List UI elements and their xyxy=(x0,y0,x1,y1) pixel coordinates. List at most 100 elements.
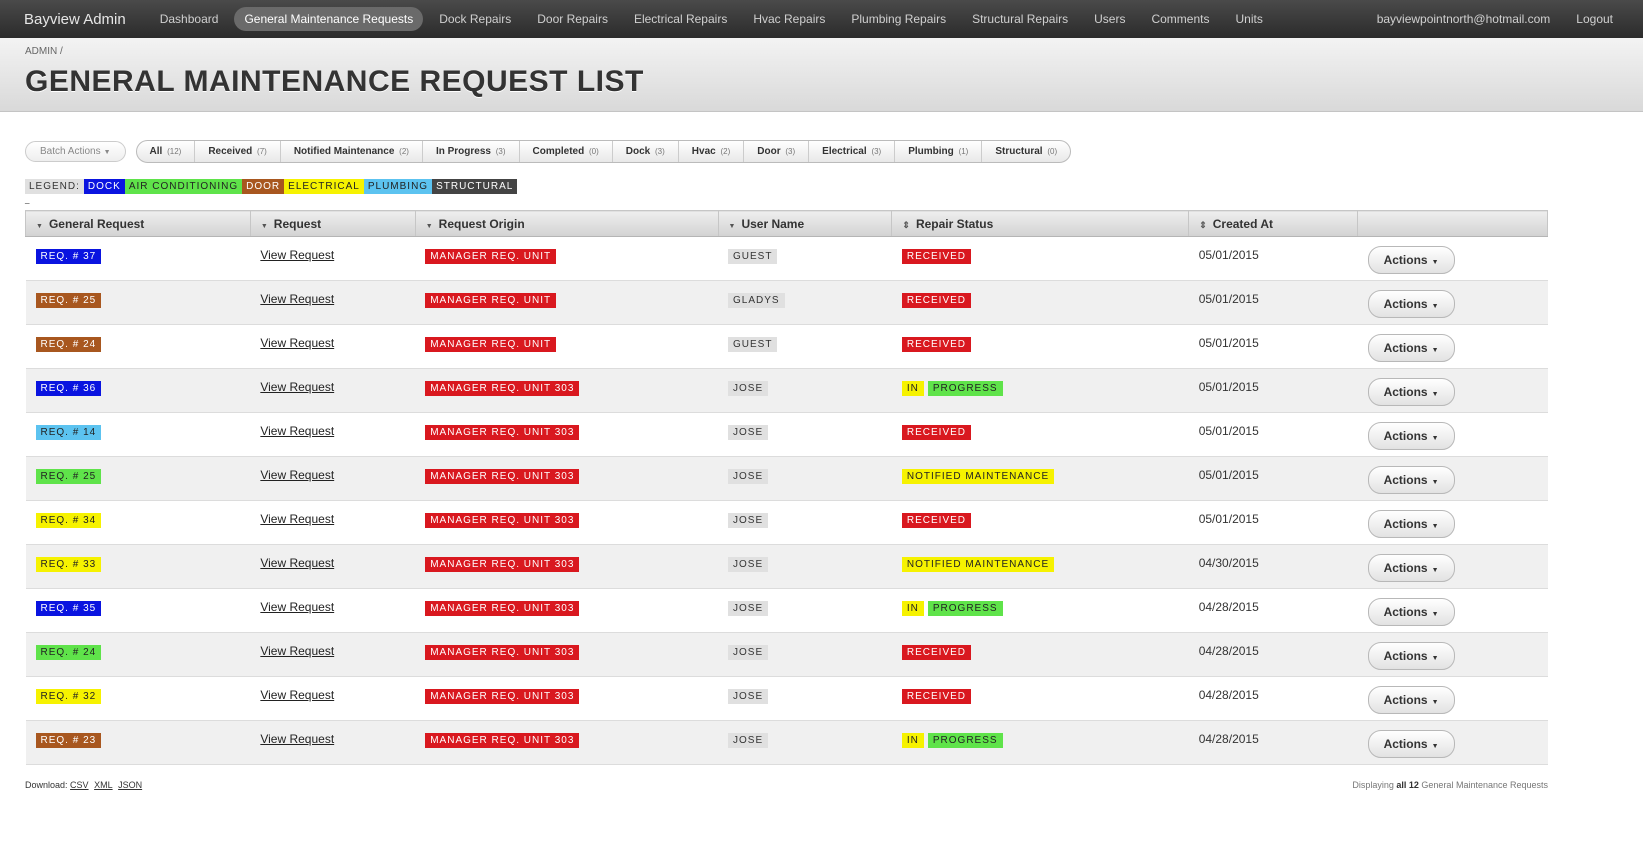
view-request-link[interactable]: View Request xyxy=(260,424,334,438)
actions-dropdown-button[interactable]: Actions ▼ xyxy=(1367,730,1455,758)
nav-general-maintenance-requests[interactable]: General Maintenance Requests xyxy=(234,7,424,31)
nav-dock-repairs[interactable]: Dock Repairs xyxy=(429,7,521,31)
repair-status-cell: NOTIFIED MAINTENANCE xyxy=(892,545,1189,589)
legend-door: DOOR xyxy=(242,179,285,194)
legend-plumbing: PLUMBING xyxy=(363,179,433,194)
actions-label: Actions xyxy=(1383,693,1428,707)
nav-dashboard[interactable]: Dashboard xyxy=(150,7,229,31)
actions-dropdown-button[interactable]: Actions ▼ xyxy=(1367,246,1455,274)
request-number-badge: REQ. # 23 xyxy=(35,733,102,748)
scope-hvac[interactable]: Hvac (2) xyxy=(679,141,745,162)
column-header-general-request[interactable]: ▼ General Request xyxy=(25,210,251,237)
status-badge: RECEIVED xyxy=(901,293,972,308)
column-header-created-at[interactable]: ⇕ Created At xyxy=(1188,210,1359,237)
breadcrumb-admin-link[interactable]: ADMIN xyxy=(25,46,57,57)
view-request-link[interactable]: View Request xyxy=(260,336,334,350)
scope-dock[interactable]: Dock (3) xyxy=(613,141,679,162)
request-number-badge: REQ. # 25 xyxy=(35,293,102,308)
pagination-info: Displaying all 12 General Maintenance Re… xyxy=(1352,780,1548,790)
user-name-badge: JOSE xyxy=(728,557,769,572)
request-cell: View Request xyxy=(250,457,415,501)
view-request-link[interactable]: View Request xyxy=(260,556,334,570)
actions-dropdown-button[interactable]: Actions ▼ xyxy=(1367,290,1455,318)
scope-completed[interactable]: Completed (0) xyxy=(520,141,613,162)
request-origin-cell: MANAGER REQ. UNIT 303 xyxy=(415,413,718,457)
nav-hvac-repairs[interactable]: Hvac Repairs xyxy=(743,7,835,31)
scope-door[interactable]: Door (3) xyxy=(744,141,810,162)
request-origin-cell: MANAGER REQ. UNIT 303 xyxy=(415,501,718,545)
scope-label: Received xyxy=(208,146,253,157)
scope-label: Plumbing xyxy=(908,146,954,157)
repair-status-cell: RECEIVED xyxy=(892,501,1189,545)
general-request-cell: REQ. # 14 xyxy=(26,413,251,457)
request-origin-cell: MANAGER REQ. UNIT 303 xyxy=(415,369,718,413)
request-origin-badge: MANAGER REQ. UNIT 303 xyxy=(425,601,580,616)
nav-units[interactable]: Units xyxy=(1225,7,1272,31)
scope-electrical[interactable]: Electrical (3) xyxy=(809,141,896,162)
view-request-link[interactable]: View Request xyxy=(260,292,334,306)
batch-actions-button[interactable]: Batch Actions ▼ xyxy=(25,141,126,162)
view-request-link[interactable]: View Request xyxy=(260,468,334,482)
actions-cell: Actions ▼ xyxy=(1358,589,1548,633)
scope-in-progress[interactable]: In Progress (3) xyxy=(423,141,520,162)
scope-structural[interactable]: Structural (0) xyxy=(982,141,1070,162)
column-header-request[interactable]: ▼ Request xyxy=(249,210,416,237)
column-header-user-name[interactable]: ▼ User Name xyxy=(717,210,893,237)
logout-link[interactable]: Logout xyxy=(1576,12,1613,26)
legend-electrical: ELECTRICAL xyxy=(284,179,364,194)
actions-dropdown-button[interactable]: Actions ▼ xyxy=(1367,510,1455,538)
actions-dropdown-button[interactable]: Actions ▼ xyxy=(1367,642,1455,670)
view-request-link[interactable]: View Request xyxy=(260,732,334,746)
view-request-link[interactable]: View Request xyxy=(260,380,334,394)
scope-notified-maintenance[interactable]: Notified Maintenance (2) xyxy=(281,141,423,162)
request-cell: View Request xyxy=(250,325,415,369)
nav-electrical-repairs[interactable]: Electrical Repairs xyxy=(624,7,737,31)
view-request-link[interactable]: View Request xyxy=(260,600,334,614)
download-xml-link[interactable]: XML xyxy=(94,780,113,790)
brand-logo[interactable]: Bayview Admin xyxy=(24,11,126,28)
status-badge: RECEIVED xyxy=(901,337,972,352)
request-origin-cell: MANAGER REQ. UNIT 303 xyxy=(415,545,718,589)
user-name-badge: JOSE xyxy=(728,733,769,748)
request-origin-badge: MANAGER REQ. UNIT 303 xyxy=(425,425,580,440)
view-request-link[interactable]: View Request xyxy=(260,688,334,702)
scope-plumbing[interactable]: Plumbing (1) xyxy=(895,141,983,162)
general-request-cell: REQ. # 33 xyxy=(26,545,251,589)
column-header-request-origin[interactable]: ▼ Request Origin xyxy=(414,210,719,237)
actions-dropdown-button[interactable]: Actions ▼ xyxy=(1367,422,1455,450)
download-label: Download: xyxy=(25,780,68,790)
scope-label: Electrical xyxy=(822,146,867,157)
caret-down-icon: ▼ xyxy=(1431,699,1439,706)
displaying-count: all 12 xyxy=(1396,780,1419,790)
created-at-cell: 04/28/2015 xyxy=(1198,644,1259,658)
request-origin-badge: MANAGER REQ. UNIT 303 xyxy=(425,469,580,484)
scope-received[interactable]: Received (7) xyxy=(195,141,281,162)
download-json-link[interactable]: JSON xyxy=(118,780,142,790)
nav-plumbing-repairs[interactable]: Plumbing Repairs xyxy=(841,7,956,31)
actions-dropdown-button[interactable]: Actions ▼ xyxy=(1367,378,1455,406)
actions-dropdown-button[interactable]: Actions ▼ xyxy=(1367,466,1455,494)
nav-users[interactable]: Users xyxy=(1084,7,1135,31)
repair-status-cell: RECEIVED xyxy=(892,677,1189,721)
view-request-link[interactable]: View Request xyxy=(260,512,334,526)
actions-dropdown-button[interactable]: Actions ▼ xyxy=(1367,334,1455,362)
user-name-cell: JOSE xyxy=(718,633,892,677)
column-header-label: Request xyxy=(273,216,322,231)
download-csv-link[interactable]: CSV xyxy=(70,780,89,790)
nav-comments[interactable]: Comments xyxy=(1141,7,1219,31)
actions-cell: Actions ▼ xyxy=(1358,545,1548,589)
actions-dropdown-button[interactable]: Actions ▼ xyxy=(1367,686,1455,714)
actions-dropdown-button[interactable]: Actions ▼ xyxy=(1367,598,1455,626)
scope-label: All xyxy=(149,146,163,157)
user-email-link[interactable]: bayviewpointnorth@hotmail.com xyxy=(1377,12,1551,26)
nav-door-repairs[interactable]: Door Repairs xyxy=(527,7,618,31)
nav-structural-repairs[interactable]: Structural Repairs xyxy=(962,7,1078,31)
request-number-badge: REQ. # 37 xyxy=(35,249,102,264)
view-request-link[interactable]: View Request xyxy=(260,644,334,658)
view-request-link[interactable]: View Request xyxy=(260,248,334,262)
general-request-cell: REQ. # 24 xyxy=(26,633,251,677)
sort-both-icon: ⇕ xyxy=(902,219,910,230)
column-header-repair-status[interactable]: ⇕ Repair Status xyxy=(891,210,1190,237)
actions-dropdown-button[interactable]: Actions ▼ xyxy=(1367,554,1455,582)
scope-all[interactable]: All (12) xyxy=(137,141,196,162)
